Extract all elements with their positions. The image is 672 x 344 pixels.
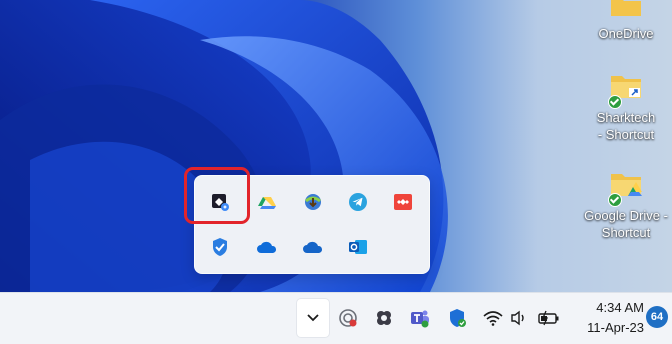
- desktop-icon-onedrive[interactable]: OneDrive: [578, 0, 672, 42]
- show-hidden-icons-button[interactable]: [296, 298, 330, 338]
- folder-shortcut-icon: [608, 72, 643, 109]
- google-drive-icon[interactable]: [253, 188, 281, 216]
- internet-download-manager-icon[interactable]: [299, 188, 327, 216]
- clock-date: 11-Apr-23: [587, 320, 644, 335]
- taskbar-clock[interactable]: 4:34 AM 11-Apr-23: [570, 298, 644, 338]
- clock-time: 4:34 AM: [596, 300, 644, 315]
- desktop-icon-label: Google Drive - Shortcut: [584, 208, 668, 240]
- desktop-icon-sharktech-shortcut[interactable]: Sharktech - Shortcut: [578, 72, 672, 143]
- outlook-icon[interactable]: [344, 233, 372, 261]
- battery-icon[interactable]: [537, 306, 561, 330]
- anydesk-icon[interactable]: [389, 188, 417, 216]
- defender-icon[interactable]: [446, 306, 470, 330]
- chevron-down-icon: [307, 314, 319, 322]
- windows-security-icon[interactable]: [206, 233, 234, 261]
- sync-check-icon: [608, 193, 622, 207]
- notification-badge[interactable]: 64: [646, 306, 668, 328]
- sync-check-icon: [608, 95, 622, 109]
- desktop-icon-google-drive-shortcut[interactable]: Google Drive - Shortcut: [578, 170, 672, 241]
- onedrive-sync-icon[interactable]: [372, 306, 396, 330]
- google-drive-shortcut-icon: [608, 170, 643, 207]
- wifi-icon[interactable]: [481, 306, 505, 330]
- teams-icon[interactable]: [408, 306, 432, 330]
- onedrive-personal-icon[interactable]: [299, 233, 327, 261]
- selection-highlight: [184, 167, 250, 224]
- recording-icon[interactable]: [336, 306, 360, 330]
- desktop-icon-label: OneDrive: [598, 26, 654, 41]
- telegram-icon[interactable]: [344, 188, 372, 216]
- volume-icon[interactable]: [508, 306, 532, 330]
- onedrive-icon[interactable]: [253, 233, 281, 261]
- onedrive-folder-icon: [609, 0, 643, 22]
- desktop-icon-label: Sharktech - Shortcut: [596, 110, 656, 142]
